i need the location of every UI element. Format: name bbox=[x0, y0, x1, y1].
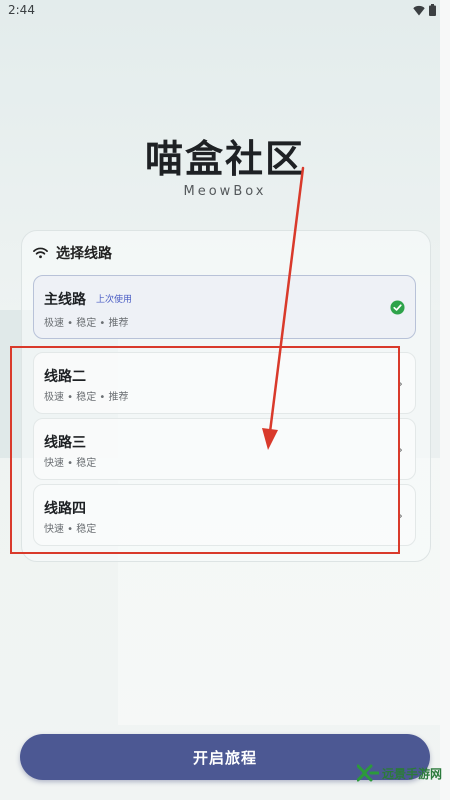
last-used-badge: 上次使用 bbox=[96, 295, 133, 305]
route-panel-header: 选择线路 bbox=[33, 243, 112, 263]
app-title: 喵盒社区 bbox=[144, 137, 305, 181]
screen-edge bbox=[440, 0, 450, 800]
app-subtitle: MeowBox bbox=[183, 184, 267, 199]
status-bar: 2:44 bbox=[0, 0, 450, 22]
status-icons bbox=[413, 3, 436, 17]
route-panel-title: 选择线路 bbox=[56, 246, 112, 262]
watermark-text: 远景手游网 bbox=[381, 766, 442, 781]
wifi-icon bbox=[33, 247, 48, 259]
annotation-highlight-box bbox=[10, 346, 400, 554]
status-time: 2:44 bbox=[8, 3, 35, 17]
route-desc: 极速 • 稳定 • 推荐 bbox=[44, 318, 129, 329]
wifi-icon bbox=[413, 5, 425, 15]
route-option-main[interactable]: 主线路 上次使用 极速 • 稳定 • 推荐 bbox=[33, 275, 416, 339]
check-circle-icon bbox=[390, 300, 405, 315]
watermark: 远景手游网 bbox=[356, 764, 442, 782]
battery-icon bbox=[429, 4, 436, 16]
route-name: 主线路 bbox=[44, 292, 86, 308]
watermark-logo-icon bbox=[356, 764, 379, 782]
